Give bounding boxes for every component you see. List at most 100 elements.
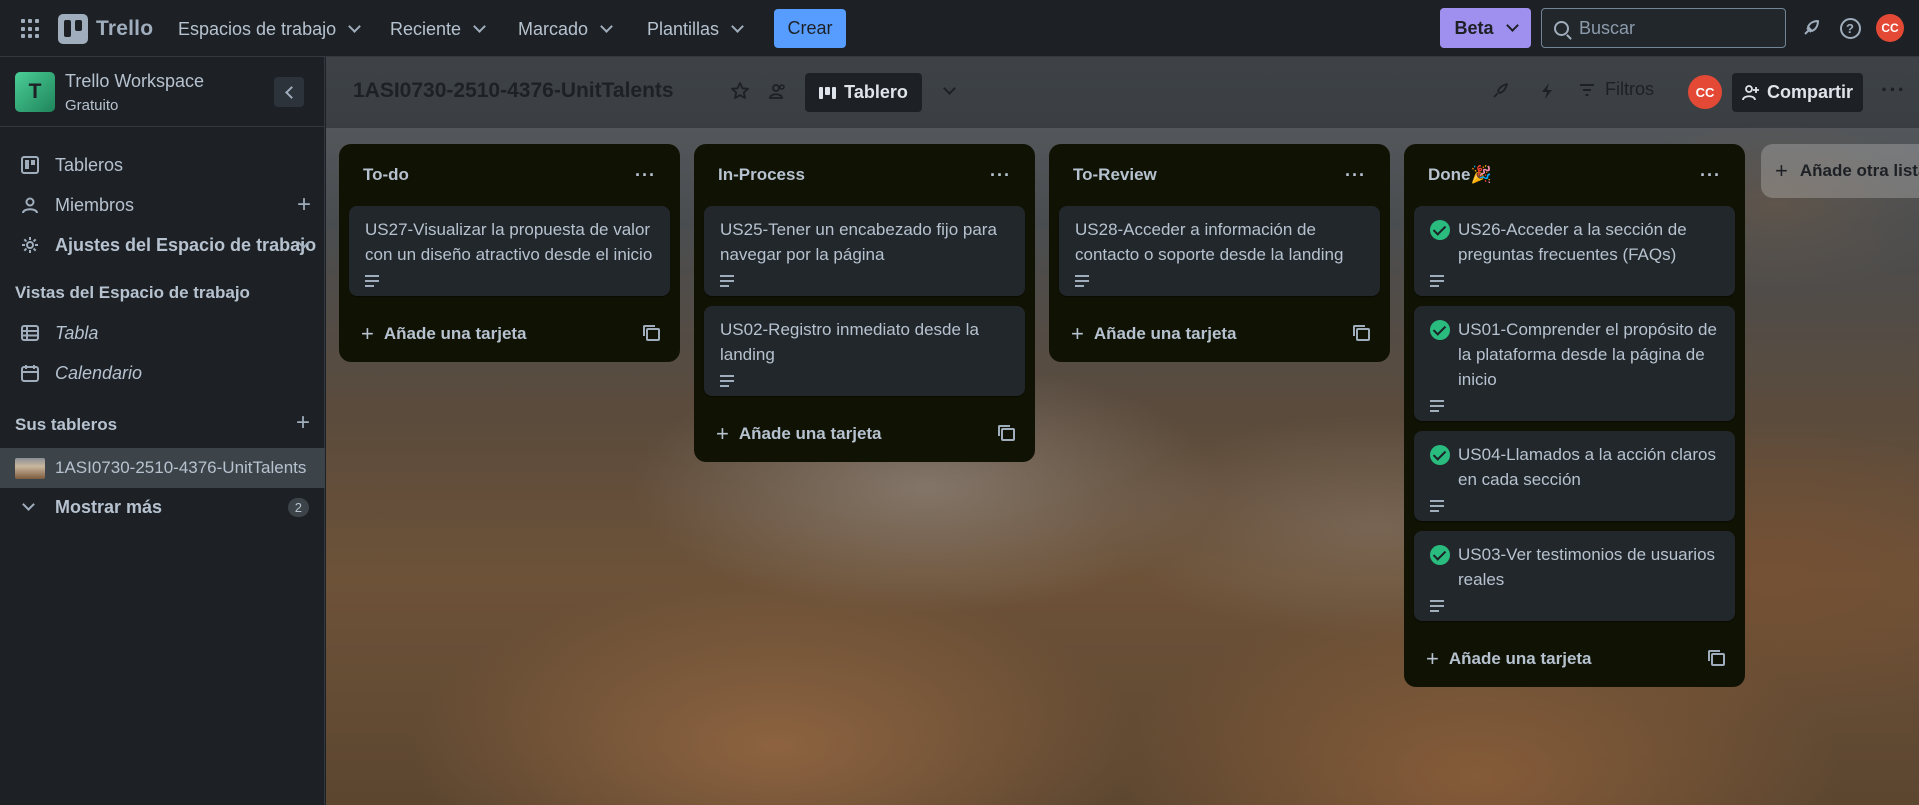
filter-icon [1580, 83, 1594, 96]
list-header: Done🎉 ··· [1414, 144, 1735, 206]
search-input[interactable] [1579, 17, 1769, 39]
complete-check-icon[interactable] [1430, 220, 1450, 240]
create-from-template-icon[interactable] [1353, 324, 1370, 341]
trello-logo[interactable]: Trello [58, 14, 153, 44]
add-card-label: Añade una tarjeta [1093, 324, 1237, 343]
description-icon [1075, 275, 1089, 287]
chevron-down-icon [473, 20, 486, 33]
card[interactable]: US04-Llamados a la acción claros en cada… [1414, 431, 1735, 521]
add-board-icon[interactable]: + [296, 409, 310, 437]
chevron-down-icon [600, 20, 613, 33]
add-member-icon[interactable]: + [297, 191, 311, 219]
description-icon [1430, 400, 1444, 412]
card-title: US26-Acceder a la sección de preguntas f… [1458, 220, 1687, 264]
list-menu-icon[interactable]: ··· [635, 165, 656, 186]
list-menu-icon[interactable]: ··· [990, 165, 1011, 186]
boards-heading: Sus tableros [15, 415, 118, 434]
card[interactable]: US26-Acceder a la sección de preguntas f… [1414, 206, 1735, 296]
add-card-row: + Añade una tarjeta [349, 306, 670, 362]
sidebar: T Trello Workspace Gratuito Tableros Mie… [0, 57, 325, 805]
list-title[interactable]: Done🎉 [1428, 165, 1492, 185]
description-icon [720, 275, 734, 287]
board-view-button[interactable]: Tablero [805, 73, 922, 112]
collapse-sidebar-button[interactable] [274, 77, 304, 107]
create-from-template-icon[interactable] [1708, 649, 1725, 666]
workspace-name[interactable]: Trello Workspace [65, 71, 204, 92]
add-card-button[interactable]: + Añade una tarjeta [361, 321, 527, 347]
menu-templates[interactable]: Plantillas [643, 13, 746, 45]
chevron-down-icon [348, 20, 361, 33]
beta-button[interactable]: Beta [1440, 8, 1531, 48]
user-avatar[interactable]: CC [1876, 14, 1904, 42]
description-icon [720, 375, 734, 387]
card[interactable]: US03-Ver testimonios de usuarios reales [1414, 531, 1735, 621]
card-title: US02-Registro inmediato desde la landing [720, 320, 979, 364]
board-thumbnail [15, 458, 45, 479]
share-button[interactable]: Compartir [1732, 73, 1863, 112]
list-title[interactable]: To-Review [1073, 165, 1157, 185]
card[interactable]: US01-Comprender el propósito de la plata… [1414, 306, 1735, 421]
add-list-label: Añade otra lista [1799, 161, 1919, 180]
filters-button[interactable]: Filtros [1579, 79, 1654, 100]
app-switcher-icon[interactable] [21, 19, 41, 39]
create-from-template-icon[interactable] [643, 324, 660, 341]
views-dropdown[interactable] [936, 80, 958, 102]
menu-recent[interactable]: Reciente [386, 13, 488, 45]
search-box[interactable] [1541, 8, 1786, 48]
card[interactable]: US25-Tener un encabezado fijo para naveg… [704, 206, 1025, 296]
menu-starred[interactable]: Marcado [514, 13, 615, 45]
show-more-button[interactable]: Mostrar más 2 [0, 488, 325, 526]
power-ups-icon[interactable] [1489, 80, 1511, 102]
sidebar-item-calendar[interactable]: Calendario [0, 354, 325, 392]
workspace-plan: Gratuito [65, 97, 119, 114]
add-card-button[interactable]: + Añade una tarjeta [1071, 321, 1237, 347]
list-title[interactable]: In-Process [718, 165, 805, 185]
workspace-logo[interactable]: T [15, 72, 55, 112]
board-menu-icon[interactable]: ··· [1881, 77, 1906, 103]
card-title: US27-Visualizar la propuesta de valor co… [365, 220, 653, 264]
sidebar-item-label: Calendario [55, 362, 143, 383]
table-icon [21, 324, 39, 342]
notifications-icon[interactable] [1799, 16, 1823, 40]
add-card-label: Añade una tarjeta [738, 424, 882, 443]
sidebar-item-table[interactable]: Tabla [0, 314, 325, 352]
board-view-icon [819, 86, 837, 99]
list-menu-icon[interactable]: ··· [1345, 165, 1366, 186]
card[interactable]: US28-Acceder a información de contacto o… [1059, 206, 1380, 296]
board-member-avatar[interactable]: CC [1688, 75, 1722, 109]
card-title: US01-Comprender el propósito de la plata… [1458, 320, 1717, 389]
board-title[interactable]: 1ASI0730-2510-4376-UnitTalents [353, 79, 674, 103]
calendar-icon [21, 364, 39, 382]
beta-label: Beta [1454, 17, 1494, 38]
sidebar-item-members[interactable]: Miembros + [0, 186, 325, 224]
create-from-template-icon[interactable] [998, 424, 1015, 441]
card[interactable]: US27-Visualizar la propuesta de valor co… [349, 206, 670, 296]
sidebar-item-settings[interactable]: Ajustes del Espacio de trabajo [0, 226, 325, 264]
star-icon[interactable] [729, 80, 751, 102]
add-card-button[interactable]: + Añade una tarjeta [716, 421, 882, 447]
sidebar-item-label: Miembros [55, 194, 135, 215]
card-title: US28-Acceder a información de contacto o… [1075, 220, 1344, 264]
help-icon[interactable]: ? [1838, 16, 1862, 40]
sidebar-item-boards[interactable]: Tableros [0, 146, 325, 184]
list-title[interactable]: To-do [363, 165, 409, 185]
complete-check-icon[interactable] [1430, 320, 1450, 340]
trello-logo-icon [58, 14, 88, 44]
add-card-button[interactable]: + Añade una tarjeta [1426, 646, 1592, 672]
create-button[interactable]: Crear [774, 9, 846, 48]
complete-check-icon[interactable] [1430, 445, 1450, 465]
add-card-row: + Añade una tarjeta [1414, 631, 1735, 687]
filters-label: Filtros [1605, 79, 1654, 99]
visibility-icon[interactable] [767, 80, 789, 102]
sidebar-item-current-board[interactable]: 1ASI0730-2510-4376-UnitTalents [0, 448, 325, 488]
card[interactable]: US02-Registro inmediato desde la landing [704, 306, 1025, 396]
chevron-down-icon [731, 20, 744, 33]
list-menu-icon[interactable]: ··· [1700, 165, 1721, 186]
plus-icon: + [361, 321, 374, 346]
add-card-row: + Añade una tarjeta [704, 406, 1025, 462]
complete-check-icon[interactable] [1430, 545, 1450, 565]
add-list-button[interactable]: + Añade otra lista [1761, 144, 1919, 198]
menu-workspaces[interactable]: Espacios de trabajo [174, 13, 363, 45]
search-icon [1554, 20, 1569, 36]
automation-icon[interactable] [1536, 80, 1558, 102]
